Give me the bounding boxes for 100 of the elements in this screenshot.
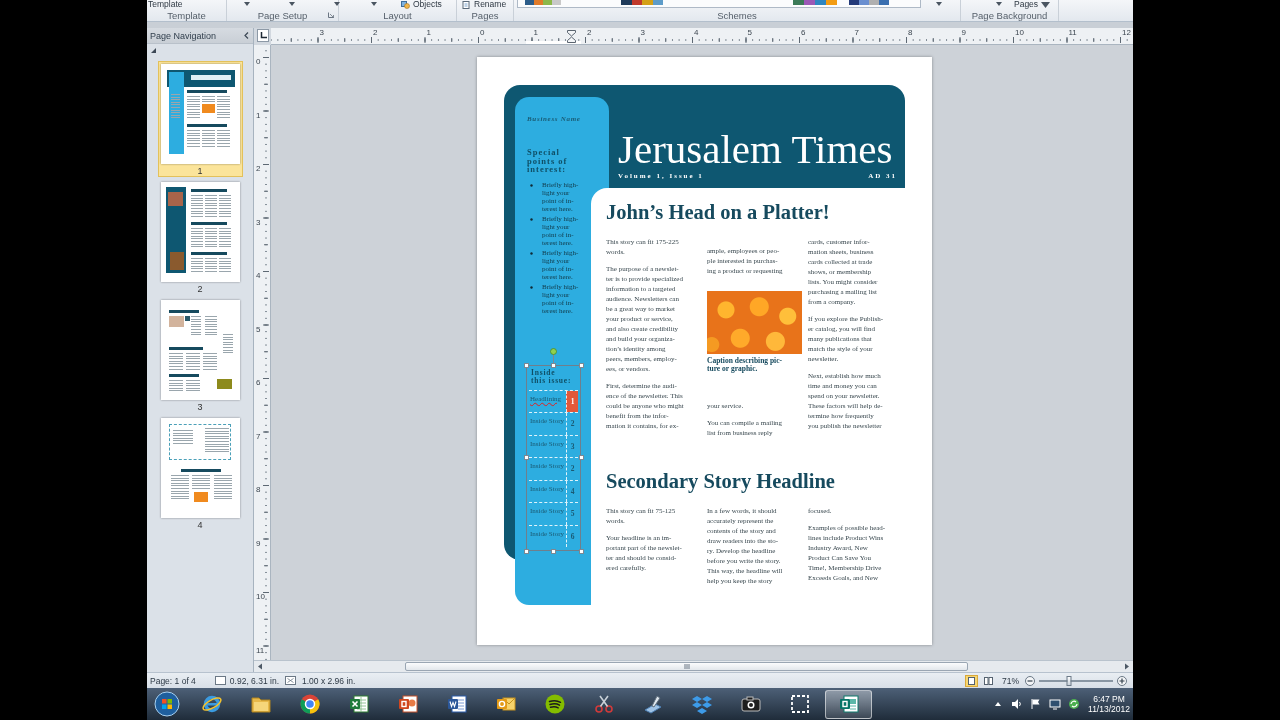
object-size: 1.00 x 2.96 in.: [302, 675, 356, 686]
speaker-icon[interactable]: [1010, 698, 1023, 710]
grip-icon: [683, 664, 690, 669]
ruler-number: 5: [256, 325, 261, 334]
dialog-launcher-icon[interactable]: [328, 12, 334, 18]
clock-date[interactable]: 11/13/2012: [1088, 704, 1130, 714]
clock-time[interactable]: 6:47 PM: [1093, 694, 1125, 704]
resize-handle[interactable]: [524, 455, 529, 461]
ruler-number: 4: [256, 272, 261, 280]
color-scheme-swatch[interactable]: [793, 0, 837, 5]
page-indicator[interactable]: Page: 1 of 4: [150, 675, 196, 686]
resize-handle[interactable]: [524, 548, 529, 554]
zoom-in-icon[interactable]: [1117, 675, 1127, 686]
ribbon-group-label: Page Background: [971, 9, 1048, 21]
story-headline[interactable]: John’s Head on a Platter!: [606, 200, 899, 224]
color-scheme-swatch[interactable]: [621, 0, 663, 5]
resize-handle[interactable]: [578, 548, 584, 554]
zoom-slider[interactable]: [1039, 675, 1113, 686]
slider-thumb[interactable]: [1066, 675, 1072, 686]
ribbon-group-label: Layout: [383, 9, 412, 21]
ruler-number: 0: [256, 58, 261, 66]
chevron-left-icon[interactable]: [244, 32, 249, 39]
ring-logo-icon: [200, 693, 223, 715]
presentation-icon: [396, 693, 419, 715]
tab-selector-button[interactable]: [257, 29, 269, 42]
ruler-number: 1: [533, 29, 538, 37]
caret-icon[interactable]: [334, 2, 340, 6]
ribbon-button[interactable]: Objects: [401, 0, 442, 9]
ruler-number: 6: [801, 29, 806, 37]
scheme-gallery[interactable]: [517, 0, 921, 8]
cursor-position: 0.92, 6.31 in.: [229, 675, 279, 686]
diamonds-icon: [690, 693, 713, 715]
zoom-level[interactable]: 71%: [1002, 675, 1019, 686]
ruler-number: 2: [587, 29, 592, 37]
taskbar-button[interactable]: [825, 689, 872, 719]
ruler-number: 8: [908, 29, 913, 37]
ruler-number: 2: [373, 29, 378, 37]
ruler-number: 3: [319, 29, 324, 37]
scissors-icon: [592, 693, 615, 715]
caret-icon[interactable]: [936, 2, 942, 6]
indent-marker-icon[interactable]: [567, 30, 576, 43]
ribbon-dropdown[interactable]: Pages: [1014, 0, 1051, 9]
ruler-number: 7: [854, 29, 859, 37]
ruler-number: 3: [640, 29, 645, 37]
position-icon: [214, 676, 226, 685]
resize-handle[interactable]: [578, 455, 584, 461]
color-scheme-swatch[interactable]: [849, 0, 889, 5]
caret-icon[interactable]: [371, 2, 377, 6]
page-icon: [462, 0, 471, 9]
ruler-number: 9: [256, 539, 261, 548]
single-page-icon: [967, 676, 976, 685]
caret-icon[interactable]: [244, 2, 250, 6]
left-arrow-icon[interactable]: [257, 663, 263, 670]
start-orb-icon[interactable]: [154, 691, 180, 717]
ruler-number: 5: [747, 29, 752, 37]
monitor-icon[interactable]: [1048, 698, 1061, 710]
ruler-number: 7: [256, 432, 261, 441]
flag-icon[interactable]: [1029, 698, 1042, 710]
ruler-number: 2: [256, 165, 261, 173]
collapse-triangle-icon[interactable]: [151, 47, 156, 53]
view-button[interactable]: [982, 674, 995, 687]
ruler-number: 11: [256, 646, 265, 655]
caret-icon[interactable]: [996, 2, 1002, 6]
rotate-handle-icon[interactable]: [550, 347, 557, 364]
ribbon-button[interactable]: Template: [148, 0, 183, 9]
bullet-icon: [530, 217, 533, 221]
color-scheme-swatch[interactable]: [525, 0, 561, 5]
caret-icon[interactable]: [289, 2, 295, 6]
document-icon: [445, 693, 468, 715]
sidebar-heading[interactable]: Special points of interest:: [527, 148, 568, 174]
zoom-out-icon[interactable]: [1025, 675, 1035, 686]
story-headline[interactable]: Secondary Story Headline: [606, 469, 899, 493]
page-thumbnail[interactable]: 2: [157, 179, 243, 295]
sync-icon[interactable]: [1067, 698, 1080, 710]
horizontal-ruler[interactable]: 3 2 1 0 1 2 3 4 5 6 7 8 9 10 11 12: [271, 28, 1133, 45]
ribbon-button[interactable]: Rename: [462, 0, 507, 9]
page-thumbnail[interactable]: 4: [157, 415, 243, 531]
page-number: 1: [197, 165, 203, 177]
page-number: 3: [197, 401, 203, 413]
vertical-ruler[interactable]: 0 1 2 3 4 5 6 7 8 9 10 11: [254, 45, 271, 660]
resize-handle[interactable]: [551, 548, 556, 554]
page-thumbnail[interactable]: 1: [157, 61, 243, 177]
page-number: 2: [197, 283, 203, 295]
page-thumbnail[interactable]: 3: [157, 297, 243, 413]
shapes-icon: [401, 0, 410, 9]
resize-handle[interactable]: [578, 362, 584, 368]
resize-handle[interactable]: [524, 362, 529, 368]
bullet-icon: [530, 285, 533, 289]
left-tab-icon: [259, 32, 267, 39]
scrollbar-thumb[interactable]: [405, 662, 968, 671]
caret-icon: [1041, 0, 1051, 9]
horizontal-scrollbar[interactable]: [254, 660, 1133, 672]
newsletter-title[interactable]: Jerusalem Times: [618, 127, 893, 171]
view-button[interactable]: [965, 674, 978, 687]
ruler-number: 0: [480, 29, 485, 37]
camera-icon: [739, 693, 762, 715]
right-arrow-icon[interactable]: [1124, 663, 1130, 670]
resize-handle[interactable]: [551, 362, 556, 368]
publication-icon: [837, 693, 860, 715]
ruler-number: 10: [1015, 29, 1024, 37]
